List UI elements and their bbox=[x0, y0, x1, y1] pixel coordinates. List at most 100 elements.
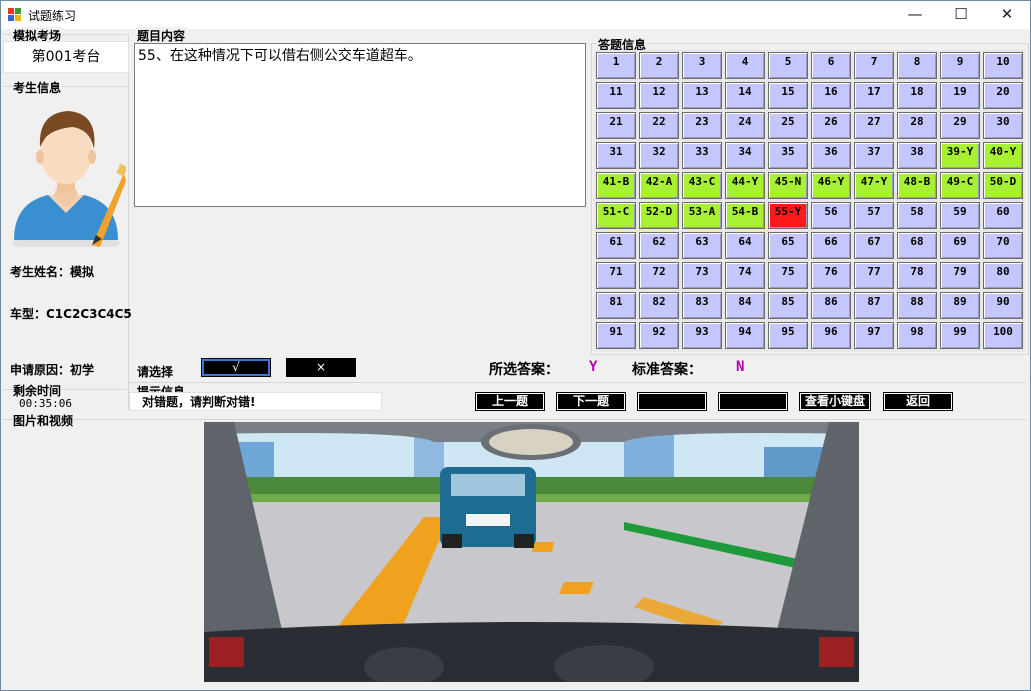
answer-cell[interactable]: 77 bbox=[854, 262, 894, 289]
answer-cell[interactable]: 67 bbox=[854, 232, 894, 259]
answer-cell[interactable]: 23 bbox=[682, 112, 722, 139]
true-answer-button[interactable]: √ bbox=[201, 358, 271, 377]
answer-cell[interactable]: 76 bbox=[811, 262, 851, 289]
answer-cell[interactable]: 70 bbox=[983, 232, 1023, 259]
blank-button-2[interactable] bbox=[718, 392, 788, 411]
answer-cell[interactable]: 47-Y bbox=[854, 172, 894, 199]
answer-cell[interactable]: 64 bbox=[725, 232, 765, 259]
answer-cell[interactable]: 51-C bbox=[596, 202, 636, 229]
answer-cell[interactable]: 61 bbox=[596, 232, 636, 259]
answer-cell[interactable]: 26 bbox=[811, 112, 851, 139]
false-answer-button[interactable]: × bbox=[286, 358, 356, 377]
answer-cell[interactable]: 83 bbox=[682, 292, 722, 319]
answer-cell[interactable]: 38 bbox=[897, 142, 937, 169]
answer-cell[interactable]: 27 bbox=[854, 112, 894, 139]
answer-cell[interactable]: 100 bbox=[983, 322, 1023, 349]
answer-cell[interactable]: 98 bbox=[897, 322, 937, 349]
answer-cell[interactable]: 43-C bbox=[682, 172, 722, 199]
answer-cell[interactable]: 96 bbox=[811, 322, 851, 349]
answer-cell[interactable]: 78 bbox=[897, 262, 937, 289]
answer-cell[interactable]: 33 bbox=[682, 142, 722, 169]
answer-cell[interactable]: 90 bbox=[983, 292, 1023, 319]
answer-cell[interactable]: 32 bbox=[639, 142, 679, 169]
prev-question-button[interactable]: 上一题 bbox=[475, 392, 545, 411]
answer-cell[interactable]: 25 bbox=[768, 112, 808, 139]
answer-cell[interactable]: 46-Y bbox=[811, 172, 851, 199]
answer-cell[interactable]: 37 bbox=[854, 142, 894, 169]
answer-cell[interactable]: 29 bbox=[940, 112, 980, 139]
answer-cell[interactable]: 94 bbox=[725, 322, 765, 349]
answer-cell[interactable]: 56 bbox=[811, 202, 851, 229]
answer-cell[interactable]: 45-N bbox=[768, 172, 808, 199]
answer-cell[interactable]: 48-B bbox=[897, 172, 937, 199]
close-button[interactable]: ✕ bbox=[984, 1, 1030, 29]
answer-cell[interactable]: 6 bbox=[811, 52, 851, 79]
answer-cell[interactable]: 31 bbox=[596, 142, 636, 169]
answer-cell[interactable]: 72 bbox=[639, 262, 679, 289]
answer-cell[interactable]: 35 bbox=[768, 142, 808, 169]
answer-cell[interactable]: 39-Y bbox=[940, 142, 980, 169]
answer-cell[interactable]: 7 bbox=[854, 52, 894, 79]
answer-cell[interactable]: 5 bbox=[768, 52, 808, 79]
answer-cell[interactable]: 1 bbox=[596, 52, 636, 79]
minimize-button[interactable]: — bbox=[892, 1, 938, 29]
answer-cell[interactable]: 80 bbox=[983, 262, 1023, 289]
next-question-button[interactable]: 下一题 bbox=[556, 392, 626, 411]
answer-cell[interactable]: 69 bbox=[940, 232, 980, 259]
answer-cell[interactable]: 2 bbox=[639, 52, 679, 79]
answer-cell[interactable]: 3 bbox=[682, 52, 722, 79]
answer-cell[interactable]: 73 bbox=[682, 262, 722, 289]
answer-cell[interactable]: 14 bbox=[725, 82, 765, 109]
answer-cell[interactable]: 30 bbox=[983, 112, 1023, 139]
answer-cell[interactable]: 60 bbox=[983, 202, 1023, 229]
answer-cell[interactable]: 11 bbox=[596, 82, 636, 109]
answer-cell[interactable]: 71 bbox=[596, 262, 636, 289]
answer-cell[interactable]: 8 bbox=[897, 52, 937, 79]
answer-cell[interactable]: 82 bbox=[639, 292, 679, 319]
answer-cell[interactable]: 74 bbox=[725, 262, 765, 289]
answer-cell[interactable]: 84 bbox=[725, 292, 765, 319]
answer-cell[interactable]: 19 bbox=[940, 82, 980, 109]
answer-cell[interactable]: 16 bbox=[811, 82, 851, 109]
answer-cell[interactable]: 91 bbox=[596, 322, 636, 349]
answer-cell[interactable]: 52-D bbox=[639, 202, 679, 229]
back-button[interactable]: 返回 bbox=[883, 392, 953, 411]
answer-cell[interactable]: 66 bbox=[811, 232, 851, 259]
answer-cell[interactable]: 79 bbox=[940, 262, 980, 289]
answer-cell[interactable]: 58 bbox=[897, 202, 937, 229]
answer-cell[interactable]: 9 bbox=[940, 52, 980, 79]
answer-cell[interactable]: 63 bbox=[682, 232, 722, 259]
answer-cell[interactable]: 53-A bbox=[682, 202, 722, 229]
answer-cell[interactable]: 10 bbox=[983, 52, 1023, 79]
answer-cell[interactable]: 75 bbox=[768, 262, 808, 289]
answer-cell[interactable]: 20 bbox=[983, 82, 1023, 109]
answer-cell[interactable]: 17 bbox=[854, 82, 894, 109]
view-keypad-button[interactable]: 查看小键盘 bbox=[799, 392, 871, 411]
answer-cell[interactable]: 99 bbox=[940, 322, 980, 349]
answer-cell[interactable]: 93 bbox=[682, 322, 722, 349]
answer-cell[interactable]: 42-A bbox=[639, 172, 679, 199]
answer-cell[interactable]: 88 bbox=[897, 292, 937, 319]
answer-cell[interactable]: 85 bbox=[768, 292, 808, 319]
answer-cell[interactable]: 15 bbox=[768, 82, 808, 109]
answer-cell[interactable]: 54-B bbox=[725, 202, 765, 229]
blank-button-1[interactable] bbox=[637, 392, 707, 411]
answer-cell[interactable]: 49-C bbox=[940, 172, 980, 199]
answer-cell[interactable]: 36 bbox=[811, 142, 851, 169]
answer-cell[interactable]: 44-Y bbox=[725, 172, 765, 199]
answer-cell[interactable]: 22 bbox=[639, 112, 679, 139]
answer-cell[interactable]: 40-Y bbox=[983, 142, 1023, 169]
maximize-button[interactable]: ☐ bbox=[938, 1, 984, 29]
answer-cell[interactable]: 28 bbox=[897, 112, 937, 139]
answer-cell[interactable]: 13 bbox=[682, 82, 722, 109]
answer-cell[interactable]: 57 bbox=[854, 202, 894, 229]
answer-cell[interactable]: 86 bbox=[811, 292, 851, 319]
answer-cell[interactable]: 18 bbox=[897, 82, 937, 109]
answer-cell[interactable]: 65 bbox=[768, 232, 808, 259]
answer-cell[interactable]: 59 bbox=[940, 202, 980, 229]
answer-cell[interactable]: 34 bbox=[725, 142, 765, 169]
answer-cell[interactable]: 4 bbox=[725, 52, 765, 79]
answer-cell[interactable]: 95 bbox=[768, 322, 808, 349]
answer-cell[interactable]: 55-Y bbox=[768, 202, 808, 229]
answer-cell[interactable]: 12 bbox=[639, 82, 679, 109]
